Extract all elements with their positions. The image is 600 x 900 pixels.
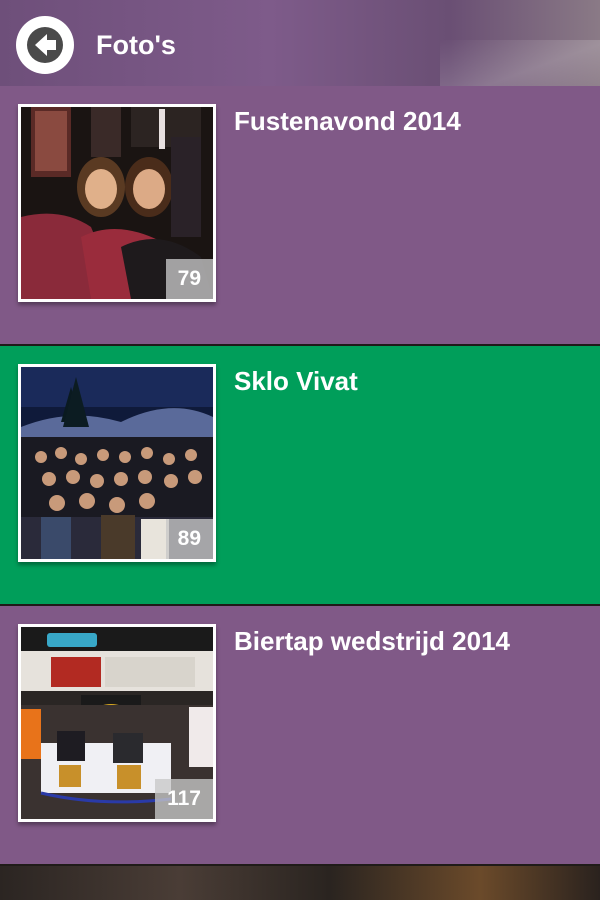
album-item[interactable]: 89 Sklo Vivat	[0, 346, 600, 604]
album-thumbnail[interactable]: 89	[18, 364, 216, 562]
arrow-left-icon	[27, 27, 63, 63]
back-button[interactable]	[16, 16, 74, 74]
album-title: Sklo Vivat	[234, 366, 358, 396]
app-header: Foto's	[0, 0, 600, 86]
album-item[interactable]: 117 Biertap wedstrijd 2014	[0, 606, 600, 864]
album-title: Fustenavond 2014	[234, 106, 461, 136]
photo-count-badge: 117	[155, 779, 213, 819]
background-strip	[0, 866, 600, 900]
photo-count-badge: 89	[165, 519, 213, 559]
page-title: Foto's	[96, 30, 176, 60]
photo-count-badge: 79	[165, 259, 213, 299]
album-thumbnail[interactable]: 79	[18, 104, 216, 302]
album-item[interactable]: 79 Fustenavond 2014	[0, 86, 600, 344]
album-thumbnail[interactable]: 117	[18, 624, 216, 822]
album-title: Biertap wedstrijd 2014	[234, 626, 510, 656]
